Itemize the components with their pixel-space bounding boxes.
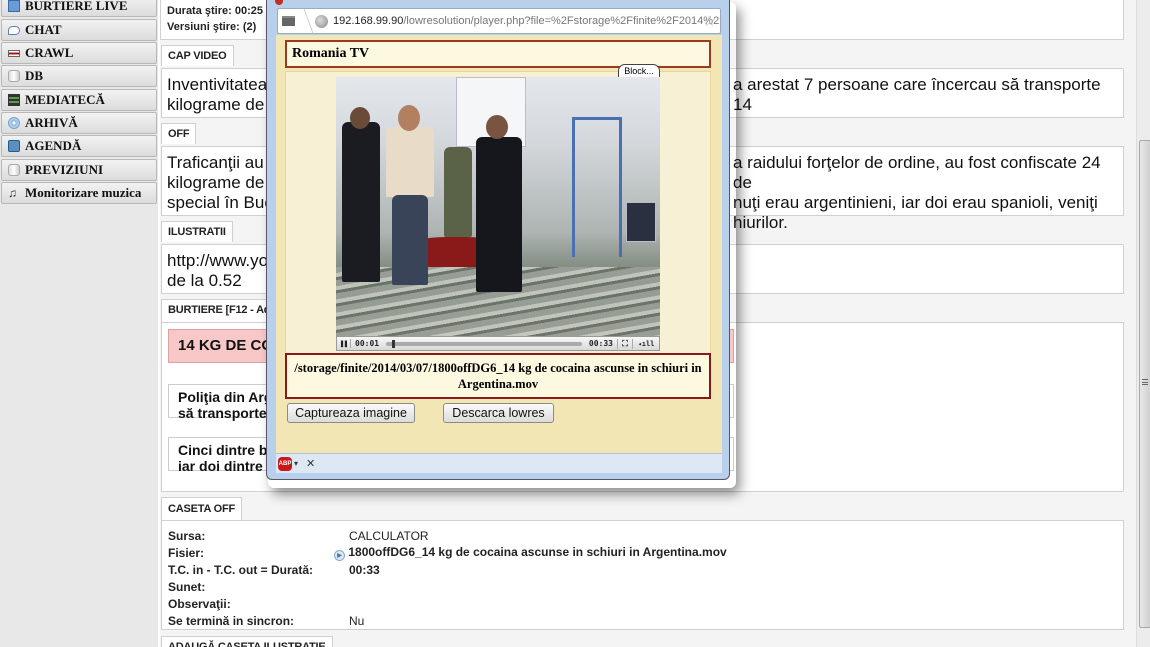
sidebar: BURTIERE LIVE CHAT CRAWL DB MEDIATECĂ AR… (0, 0, 158, 647)
sidebar-item-label: CRAWL (25, 45, 74, 60)
field-value-sincron: Nu (349, 614, 365, 628)
video-bg-rack (572, 117, 622, 257)
caseta-off-box: Sursa: CALCULATOR Fisier: ▶ 1800offDG6_1… (161, 520, 1124, 630)
cap-video-label: CAP VIDEO (161, 45, 234, 66)
sidebar-item-crawl[interactable]: CRAWL (1, 42, 157, 64)
adblock-icon[interactable]: ABP (278, 456, 292, 471)
film-strip-icon (8, 94, 20, 106)
phone-icon (8, 140, 20, 152)
sidebar-item-burtiere-live[interactable]: BURTIERE LIVE (1, 0, 157, 17)
capture-image-button[interactable]: Captureaza imagine (287, 403, 415, 423)
total-time: 00:33 (588, 339, 613, 348)
sidebar-item-label: MEDIATECĂ (25, 92, 105, 107)
sidebar-item-label: AGENDĂ (25, 138, 82, 153)
file-path: /storage/finite/2014/03/07/1800offDG6_14… (285, 353, 711, 399)
database-icon (8, 164, 20, 176)
close-icon[interactable]: ✕ (306, 457, 315, 470)
music-note-icon: ♫ (8, 186, 17, 200)
browser-status-bar: ABP ▾ ✕ (276, 453, 722, 473)
field-value-durata: 00:33 (349, 563, 380, 577)
disc-icon (8, 117, 20, 129)
globe-icon (315, 14, 328, 28)
crawl-bar-icon (8, 49, 20, 57)
page-scrollbar[interactable] (1136, 0, 1150, 647)
sidebar-item-label: ARHIVĂ (25, 115, 78, 130)
bookmark-star-icon[interactable]: ☆ (703, 12, 716, 30)
field-value-sursa: CALCULATOR (349, 529, 429, 543)
sidebar-item-label: Monitorizare muzica (25, 185, 142, 200)
sidebar-item-previziuni[interactable]: PREVIZIUNI (1, 159, 157, 181)
versions-count[interactable]: (2) (243, 21, 256, 33)
field-label-sursa: Sursa: (168, 529, 206, 543)
monitor-icon (8, 0, 20, 12)
sidebar-item-label: CHAT (25, 22, 62, 37)
player-popup-window: 192.168.99.90/lowresolution/player.php?f… (266, 0, 730, 480)
window-icon (275, 0, 283, 5)
versions-label: Versiuni ştire: (167, 21, 240, 33)
current-time: 00:01 (355, 339, 380, 348)
url-path: /lowresolution/player.php?file=%2Fstorag… (403, 15, 720, 27)
url-host: 192.168.99.90 (333, 15, 404, 27)
cap-video-text-right: a arestat 7 persoane care încercau să tr… (733, 75, 1101, 114)
scrollbar-thumb[interactable] (1139, 140, 1150, 628)
video-person (386, 127, 434, 197)
caret-down-icon[interactable]: ▾ (294, 459, 298, 468)
address-bar[interactable]: 192.168.99.90/lowresolution/player.php?f… (277, 8, 721, 34)
seek-handle[interactable] (391, 339, 395, 348)
caseta-off-label[interactable]: CASETA OFF (161, 497, 243, 521)
cap-video-text-left: Inventivitatea kilograme de (167, 75, 268, 114)
fullscreen-icon[interactable]: ⛶ (617, 338, 633, 349)
volume-icon[interactable]: ◂ıll (633, 340, 659, 348)
ilustratii-text: http://www.yo de la 0.52 (167, 251, 269, 290)
sidebar-item-label: DB (25, 68, 44, 83)
play-icon[interactable]: ▶ (334, 550, 345, 561)
field-label-sincron: Se termină in sincron: (168, 614, 295, 628)
video-person (342, 122, 380, 282)
video-controls: ❚❚ 00:01 00:33 ⛶ ◂ıll (336, 336, 660, 351)
field-label-fisier: Fisier: (168, 546, 205, 560)
page-icon (282, 16, 295, 26)
video-person-head (486, 115, 508, 139)
player-page: Romania TV Block... ❚❚ 00:01 00:33 ⛶ ◂ıl… (276, 35, 722, 453)
sidebar-item-db[interactable]: DB (1, 65, 157, 87)
off-text-right: a raidului forţelor de ordine, au fost c… (733, 153, 1101, 232)
video-bg-screen (626, 202, 656, 242)
ilustratii-label: ILUSTRATII (161, 221, 233, 242)
chat-bubble-icon (8, 25, 20, 35)
field-label-sunet: Sunet: (168, 580, 206, 594)
sidebar-item-agenda[interactable]: AGENDĂ (1, 135, 157, 157)
field-label-observatii: Observaţii: (168, 597, 231, 611)
off-text-left: Traficanţii au kilograme de special în B… (167, 153, 274, 212)
video-frame[interactable] (336, 77, 660, 336)
video-person-head (398, 105, 420, 131)
chevron-right-icon (294, 9, 314, 33)
field-value-fisier[interactable]: ▶ 1800offDG6_14 kg de cocaina ascunse in… (334, 545, 727, 561)
story-versions: Versiuni ştire: (2) (167, 21, 256, 33)
download-lowres-button[interactable]: Descarca lowres (443, 403, 554, 423)
seek-bar[interactable] (386, 339, 582, 348)
story-duration: Durata ştire: 00:25 (167, 5, 263, 17)
sidebar-item-arhiva[interactable]: ARHIVĂ (1, 112, 157, 134)
add-caseta-ilustratie-button[interactable]: ADAUGĂ CASETA ILUSTRATIE (161, 636, 333, 647)
sidebar-item-mediateca[interactable]: MEDIATECĂ (1, 89, 157, 111)
video-person-head (350, 107, 370, 129)
sidebar-item-chat[interactable]: CHAT (1, 19, 157, 41)
video-player-container: Block... ❚❚ 00:01 00:33 ⛶ ◂ıll (285, 64, 711, 355)
video-person (476, 137, 522, 292)
video-soldier (444, 147, 472, 237)
sidebar-item-monitorizare-muzica[interactable]: ♫ Monitorizare muzica (1, 182, 157, 204)
block-button[interactable]: Block... (618, 64, 660, 78)
sidebar-item-label: BURTIERE LIVE (25, 0, 128, 13)
database-icon (8, 70, 20, 82)
video-person-legs (392, 195, 428, 285)
sidebar-item-label: PREVIZIUNI (25, 162, 104, 177)
off-label: OFF (161, 123, 197, 144)
pause-button[interactable]: ❚❚ (337, 339, 351, 348)
field-label-durata: T.C. in - T.C. out = Durată: (168, 563, 314, 577)
grip-icon (1142, 379, 1148, 385)
